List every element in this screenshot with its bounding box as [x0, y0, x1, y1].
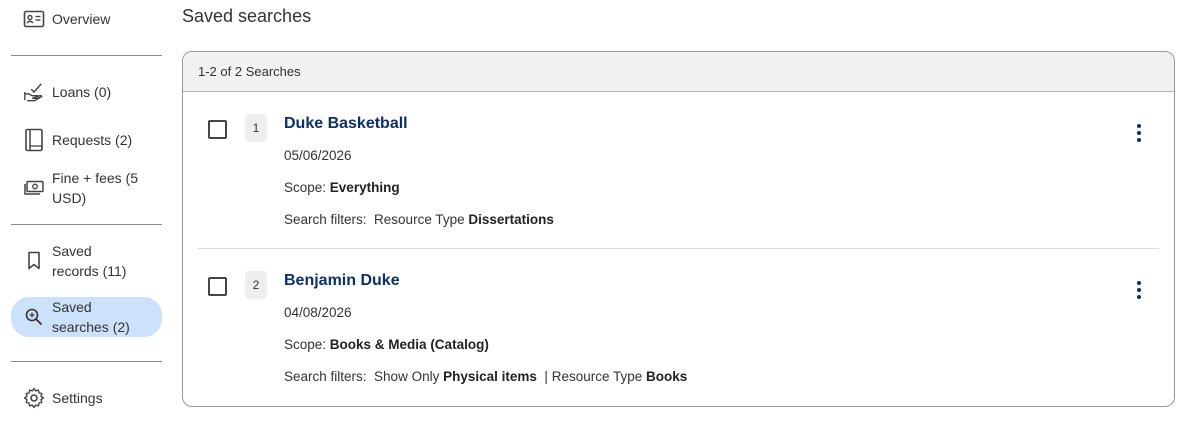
sidebar-item-label: Saved records (11)	[52, 243, 127, 279]
saved-search-title-link[interactable]: Benjamin Duke	[284, 270, 400, 292]
filter-value: Books	[646, 369, 688, 384]
filter-value: Dissertations	[468, 212, 554, 227]
id-card-icon	[23, 8, 45, 30]
select-checkbox[interactable]	[208, 120, 227, 139]
scope-label: Scope:	[284, 337, 327, 352]
filters-line: Search filters: Resource Type Dissertati…	[284, 210, 554, 230]
bookmark-icon	[23, 250, 45, 272]
saved-search-item: 1 Duke Basketball 05/06/2026 Scope: Ever…	[183, 92, 1174, 242]
sidebar-item-label: Loans (0)	[52, 84, 112, 100]
filter-name: Resource Type	[551, 369, 643, 384]
book-icon	[23, 128, 45, 152]
filter-name: Resource Type	[374, 212, 465, 227]
saved-date: 04/08/2026	[284, 305, 352, 320]
sidebar-item-label: Overview	[52, 11, 111, 27]
result-number: 2	[245, 271, 267, 299]
sidebar-item-label: Fine + fees (5 USD)	[52, 170, 138, 206]
filter-name: Show Only	[374, 369, 440, 384]
money-icon	[23, 177, 45, 199]
sidebar: Overview Loans (0) Requests (2) Fine + f…	[0, 0, 175, 421]
gear-icon	[23, 387, 45, 409]
more-actions-icon[interactable]	[1131, 278, 1147, 302]
sidebar-item-requests[interactable]: Requests (2)	[11, 127, 162, 153]
more-actions-icon[interactable]	[1131, 121, 1147, 145]
scope-value: Everything	[329, 180, 400, 195]
sidebar-divider	[11, 55, 162, 56]
result-number: 1	[245, 114, 267, 142]
saved-search-title-link[interactable]: Duke Basketball	[284, 113, 408, 135]
scope-label: Scope:	[284, 180, 327, 195]
hand-check-icon	[23, 81, 45, 103]
sidebar-item-settings[interactable]: Settings	[11, 386, 162, 410]
page-title: Saved searches	[182, 6, 312, 26]
sidebar-item-fines[interactable]: Fine + fees (5 USD)	[11, 167, 162, 209]
filters-label: Search filters:	[284, 369, 367, 384]
sidebar-item-loans[interactable]: Loans (0)	[11, 80, 162, 104]
scope-line: Scope: Everything	[284, 178, 400, 198]
sidebar-divider	[11, 224, 162, 225]
filter-separator: |	[544, 369, 548, 384]
results-summary: 1-2 of 2 Searches	[183, 52, 1174, 92]
saved-date: 05/06/2026	[284, 148, 352, 163]
scope-value: Books & Media (Catalog)	[329, 337, 489, 352]
saved-searches-panel: 1-2 of 2 Searches 1 Duke Basketball 05/0…	[182, 51, 1175, 407]
sidebar-item-label: Settings	[52, 390, 103, 406]
select-checkbox[interactable]	[208, 277, 227, 296]
search-magnify-icon	[23, 306, 45, 328]
sidebar-item-saved-searches[interactable]: Saved searches (2)	[11, 297, 162, 337]
filters-label: Search filters:	[284, 212, 367, 227]
sidebar-divider	[11, 361, 162, 362]
sidebar-item-label: Saved searches (2)	[52, 299, 130, 335]
sidebar-item-overview[interactable]: Overview	[11, 8, 162, 30]
saved-search-item: 2 Benjamin Duke 04/08/2026 Scope: Books …	[183, 249, 1174, 399]
filter-value: Physical items	[443, 369, 537, 384]
filters-line: Search filters: Show Only Physical items…	[284, 367, 687, 387]
sidebar-item-saved-records[interactable]: Saved records (11)	[11, 240, 162, 282]
sidebar-item-label: Requests (2)	[52, 132, 133, 148]
scope-line: Scope: Books & Media (Catalog)	[284, 335, 489, 355]
